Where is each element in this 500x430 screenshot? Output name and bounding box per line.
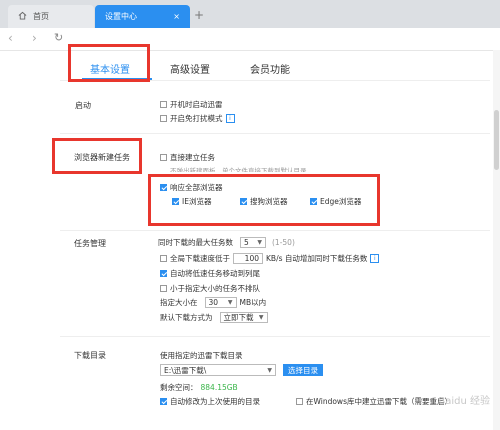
- max-tasks-row: 同时下载的最大任务数 5 ▼ (1-50): [158, 237, 295, 248]
- option-small-tasks-no-queue[interactable]: 小于指定大小的任务不排队: [160, 283, 260, 294]
- tab-advanced-settings[interactable]: 高级设置: [170, 61, 210, 76]
- checkbox[interactable]: [160, 255, 167, 262]
- checkbox-checked[interactable]: [172, 198, 179, 205]
- divider: [60, 133, 490, 134]
- max-tasks-select[interactable]: 5 ▼: [240, 237, 266, 248]
- tab-settings-label: 设置中心: [105, 12, 137, 21]
- checkbox[interactable]: [160, 285, 167, 292]
- back-icon[interactable]: ‹: [8, 31, 13, 45]
- option-speed-threshold[interactable]: 全局下载速度低于 100 KB/s 自动增加同时下载任务数 i: [160, 253, 380, 264]
- section-label-browser-task: 浏览器新建任务: [74, 153, 130, 162]
- checkbox[interactable]: [160, 101, 167, 108]
- scrollbar-thumb[interactable]: [494, 110, 499, 170]
- tab-home-label: 首页: [33, 12, 49, 21]
- option-sogou-browser[interactable]: 搜狗浏览器: [240, 196, 288, 207]
- option-auto-modify-dir[interactable]: 自动修改为上次使用的目录: [160, 396, 260, 407]
- option-ie-browser[interactable]: IE浏览器: [172, 196, 211, 207]
- checkbox-checked[interactable]: [160, 398, 167, 405]
- checkbox-checked[interactable]: [240, 198, 247, 205]
- checkbox[interactable]: [296, 398, 303, 405]
- free-space-value: 884.15GB: [200, 383, 238, 392]
- download-path-select[interactable]: E:\迅雷下载\ ▼: [160, 364, 276, 376]
- option-do-not-disturb[interactable]: 开启免打扰模式 i: [160, 113, 235, 124]
- chevron-down-icon: ▼: [267, 366, 272, 374]
- default-download-mode-row: 默认下载方式为 立即下载 ▼: [160, 312, 268, 323]
- home-icon: [18, 11, 27, 22]
- section-label-download-dir: 下载目录: [74, 351, 106, 360]
- divider: [60, 230, 490, 231]
- section-label-task-management: 任务管理: [74, 239, 106, 248]
- section-label-startup: 启动: [75, 101, 91, 110]
- checkbox[interactable]: [160, 154, 167, 161]
- size-limit-row: 指定大小在 30 ▼ MB以内: [160, 297, 267, 308]
- option-windows-library[interactable]: 在Windows库中建立迅雷下载（需要重启）: [296, 396, 452, 407]
- refresh-icon[interactable]: ↻: [54, 31, 63, 44]
- use-specified-dir-label: 使用指定的迅雷下载目录: [160, 351, 243, 360]
- scrollbar[interactable]: [493, 50, 500, 430]
- tab-home[interactable]: 首页: [8, 5, 94, 28]
- divider: [60, 336, 490, 337]
- speed-threshold-input[interactable]: 100: [233, 253, 263, 264]
- size-limit-select[interactable]: 30 ▼: [204, 297, 237, 308]
- new-tab-button[interactable]: +: [194, 8, 204, 22]
- direct-task-hint: 不弹出新建面板，单个文件直接下载到默认目录: [170, 167, 307, 172]
- close-tab-icon[interactable]: ×: [173, 12, 180, 21]
- default-download-mode-select[interactable]: 立即下载 ▼: [219, 312, 268, 323]
- checkbox-checked[interactable]: [310, 198, 317, 205]
- checkbox[interactable]: [160, 115, 167, 122]
- forward-icon[interactable]: ›: [32, 31, 37, 45]
- info-icon[interactable]: i: [225, 114, 235, 123]
- info-icon[interactable]: i: [370, 254, 380, 263]
- browser-tab-bar: 首页 设置中心 × +: [0, 0, 500, 28]
- option-edge-browser[interactable]: Edge浏览器: [310, 196, 361, 207]
- option-move-slow-tasks[interactable]: 自动将低速任务移动到列尾: [160, 268, 260, 279]
- checkbox-checked[interactable]: [160, 270, 167, 277]
- highlight-box-basic-settings: [68, 44, 150, 82]
- chevron-down-icon: ▼: [258, 314, 264, 321]
- watermark: Baidu 经验: [438, 396, 490, 407]
- download-path-row: E:\迅雷下载\ ▼ 选择目录: [160, 364, 323, 376]
- chevron-down-icon: ▼: [227, 299, 233, 306]
- tab-member-features[interactable]: 会员功能: [250, 61, 290, 76]
- choose-directory-button[interactable]: 选择目录: [283, 364, 323, 376]
- option-respond-all-browsers[interactable]: 响应全部浏览器: [160, 182, 223, 193]
- option-start-on-boot[interactable]: 开机时启动迅雷: [160, 99, 223, 110]
- free-space-row: 剩余空间： 884.15GB: [160, 383, 238, 392]
- checkbox-checked[interactable]: [160, 184, 167, 191]
- tab-settings-center[interactable]: 设置中心 ×: [95, 5, 190, 28]
- chevron-down-icon: ▼: [257, 239, 262, 246]
- option-direct-task[interactable]: 直接建立任务: [160, 152, 215, 163]
